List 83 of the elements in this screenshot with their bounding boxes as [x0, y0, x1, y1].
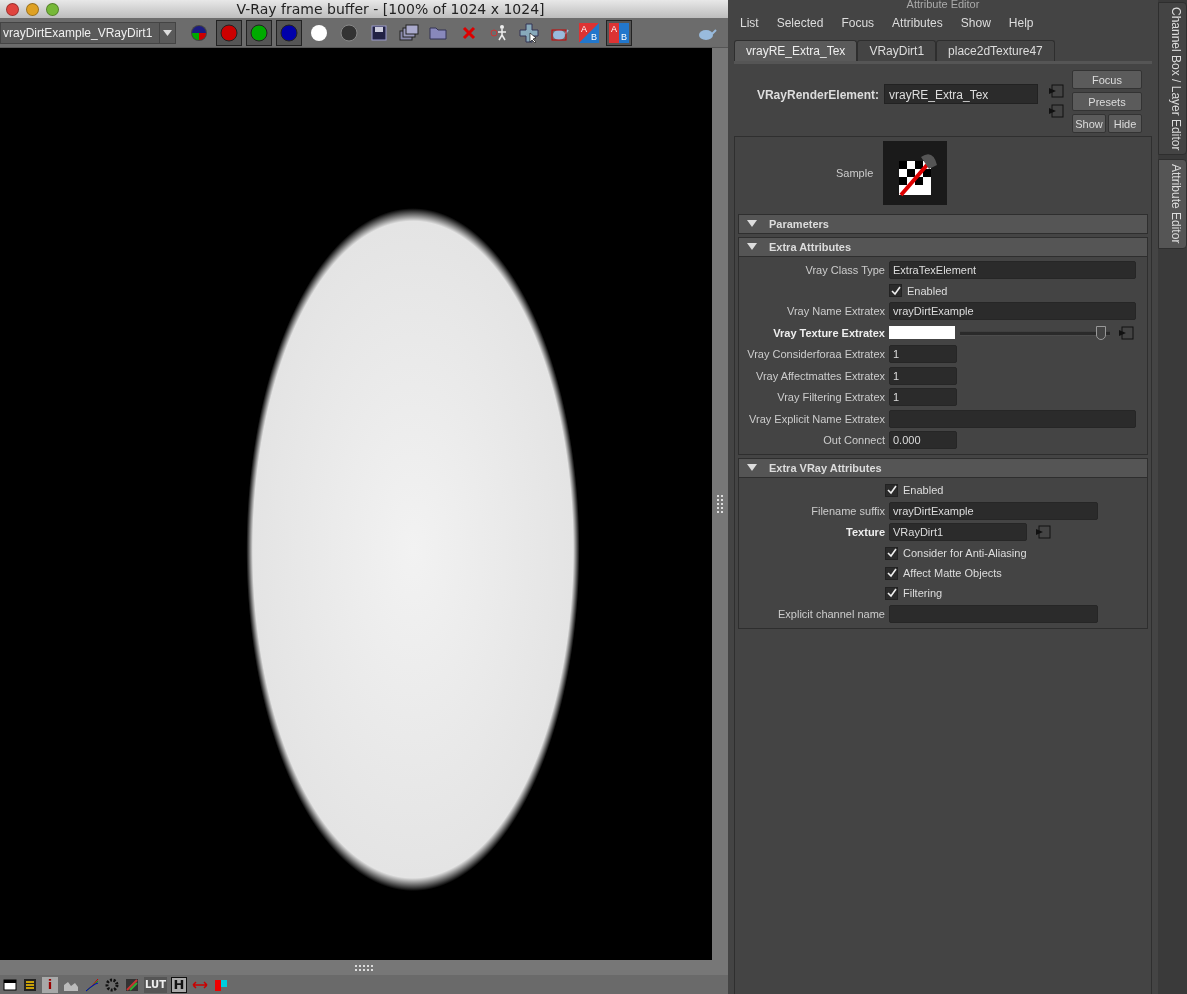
panel-button[interactable]: Focus	[1072, 70, 1142, 89]
caret-icon	[163, 29, 172, 36]
attribute-label: Filename suffix	[810, 504, 886, 517]
menu-item[interactable]: List	[740, 16, 759, 30]
curves-icon[interactable]	[84, 976, 100, 993]
section-title: Extra Attributes	[769, 241, 852, 253]
input-field[interactable]: 1	[889, 345, 957, 364]
connect-icon[interactable]	[1048, 84, 1064, 98]
settings-icon[interactable]	[104, 976, 120, 993]
connect-icon[interactable]	[1035, 525, 1051, 540]
channel-button[interactable]	[276, 19, 302, 46]
input-field[interactable]: vrayDirtExample	[889, 302, 1136, 321]
slider-thumb[interactable]	[1095, 325, 1106, 340]
expand-triangle-icon[interactable]	[747, 243, 757, 251]
attribute-label: Out Connect	[822, 434, 886, 447]
attribute-label: Vray Affectmattes Extratex	[755, 369, 886, 382]
input-field[interactable]	[889, 604, 1098, 623]
input-field[interactable]: vrayDirtExample	[889, 501, 1098, 520]
attribute-label: Vray Name Extratex	[786, 305, 886, 318]
input-field[interactable]: 1	[889, 366, 957, 385]
checkbox-label: Filtering	[903, 587, 943, 599]
node-tab[interactable]: place2dTexture47	[936, 40, 1055, 61]
checkbox-label: Enabled	[903, 484, 944, 496]
toolbar-button[interactable]: H	[170, 976, 187, 993]
window-icon[interactable]	[2, 976, 18, 993]
section-title: Parameters	[769, 218, 829, 230]
menu-item[interactable]: Focus	[841, 16, 875, 30]
menu-item[interactable]: Selected	[776, 16, 824, 30]
panel-button[interactable]: Presets	[1072, 92, 1142, 111]
section-header[interactable]: Extra Attributes	[738, 237, 1148, 257]
expand-triangle-icon[interactable]	[747, 220, 757, 228]
side-tab[interactable]: Attribute Editor	[1158, 159, 1187, 249]
channel-button[interactable]	[216, 19, 242, 46]
srgb-icon[interactable]	[124, 976, 140, 993]
checkbox-label: Enabled	[907, 284, 948, 297]
checkbox[interactable]	[885, 483, 898, 497]
section-header[interactable]: Extra VRay Attributes	[738, 458, 1148, 478]
input-field[interactable]: VRayDirt1	[889, 523, 1027, 542]
minimize-button[interactable]	[26, 2, 39, 16]
node-name-field[interactable]: vrayRE_Extra_Tex	[884, 84, 1038, 104]
menu-item[interactable]: Show	[960, 16, 991, 30]
checkbox-label: Consider for Anti-Aliasing	[903, 547, 1027, 559]
lut-button[interactable]: LUT	[144, 976, 167, 993]
node-tab[interactable]: VRayDirt1	[857, 40, 937, 61]
channel-dropdown[interactable]: vrayDirtExample_VRayDirt1	[0, 21, 176, 44]
close-button[interactable]	[6, 2, 19, 16]
section-title: Extra VRay Attributes	[769, 462, 882, 474]
panel-button[interactable]: Show	[1072, 114, 1106, 133]
zoom-button[interactable]	[46, 2, 59, 16]
input-field[interactable]	[889, 409, 1136, 428]
info-button[interactable]: i	[42, 976, 58, 993]
node-tab[interactable]: vrayRE_Extra_Tex	[734, 40, 858, 61]
input-field[interactable]: ExtraTexElement	[889, 260, 1136, 279]
checkbox[interactable]	[885, 546, 898, 560]
attribute-label: Explicit channel name	[777, 607, 886, 620]
node-type-label: VRayRenderElement:	[755, 88, 879, 102]
panel-title: Attribute Editor	[905, 0, 981, 10]
attribute-label: Vray Considerforaa Extratex	[746, 348, 886, 361]
attribute-label: Vray Filtering Extratex	[776, 391, 886, 404]
checkbox-label: Affect Matte Objects	[903, 567, 1002, 579]
window-title: V-Ray frame buffer - [100% of 1024 x 1024]	[235, 1, 546, 17]
connect-icon[interactable]	[1048, 104, 1064, 118]
attribute-label: Texture	[845, 526, 886, 539]
ab-compare-button[interactable]: A B	[606, 19, 632, 46]
sample-label: Sample	[836, 167, 874, 179]
connect-icon[interactable]	[1118, 325, 1134, 340]
input-field[interactable]: 1	[889, 388, 957, 407]
panel-button[interactable]: Hide	[1108, 114, 1142, 133]
attribute-label: Vray Explicit Name Extratex	[748, 412, 886, 425]
section-header[interactable]: Parameters	[738, 214, 1148, 234]
menu-item[interactable]: Help	[1008, 16, 1034, 30]
checkbox[interactable]	[885, 566, 898, 580]
levels-icon[interactable]	[22, 976, 38, 993]
attribute-label: Vray Texture Extratex	[772, 326, 886, 339]
menu-item[interactable]: Attributes	[892, 16, 943, 30]
color-swatch[interactable]	[889, 326, 955, 340]
side-tab[interactable]: Channel Box / Layer Editor	[1158, 2, 1187, 156]
checkbox[interactable]	[885, 586, 898, 600]
channel-button[interactable]	[246, 19, 272, 46]
attribute-label: Vray Class Type	[804, 263, 886, 276]
input-field[interactable]: 0.000	[889, 431, 957, 450]
expand-triangle-icon[interactable]	[747, 464, 757, 472]
checkbox[interactable]	[889, 284, 902, 297]
